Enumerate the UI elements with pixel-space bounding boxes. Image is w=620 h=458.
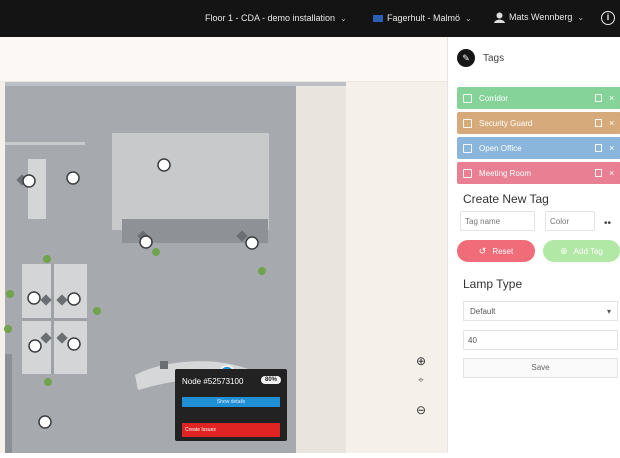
copy-icon[interactable] (595, 94, 602, 102)
tag-label: Meeting Room (479, 168, 532, 178)
copy-icon[interactable] (595, 144, 602, 152)
node-badge: 80% (261, 376, 282, 384)
color-input[interactable] (545, 211, 595, 231)
map-toolbar (0, 37, 447, 82)
chevron-down-icon: ⌄ (340, 14, 347, 23)
outside-area (296, 82, 346, 453)
close-icon[interactable]: × (609, 118, 620, 128)
dropdown-arrow-icon: ▾ (606, 307, 611, 316)
copy-icon[interactable] (595, 119, 602, 127)
top-bar: Floor 1 - CDA - demo installation ⌄ Fager… (0, 0, 620, 37)
close-icon[interactable]: × (609, 143, 620, 153)
lamp-type-value: Default (470, 307, 496, 316)
user-menu[interactable]: Mats Wennberg ⌄ (493, 11, 584, 24)
plant (258, 267, 266, 275)
chevron-down-icon: ⌄ (465, 14, 472, 23)
plant (152, 248, 160, 256)
plant (93, 307, 101, 315)
tags-header: ✎ Tags (457, 49, 504, 67)
user-name: Mats Wennberg (509, 11, 573, 22)
info-icon[interactable]: i (601, 11, 615, 25)
tag-item-meeting-room[interactable]: Meeting Room × (457, 162, 620, 184)
floor-map[interactable]: Node #52573100 80% Show details Create I… (0, 82, 447, 453)
tag-item-security-guard[interactable]: Security Guard × (457, 112, 620, 134)
save-button[interactable]: Save (463, 358, 618, 378)
tags-sidebar: ✎ Tags Corridor × Security Guard × Open … (447, 37, 620, 453)
add-tag-label: Add Tag (573, 246, 603, 256)
node-title: Node #52573100 (182, 377, 244, 386)
checkbox-icon[interactable] (463, 143, 472, 153)
tag-item-open-office[interactable]: Open Office × (457, 137, 620, 159)
building-selector[interactable]: Fagerhult - Malmö ⌄ (373, 13, 472, 23)
floor-selector[interactable]: Floor 1 - CDA - demo installation ⌄ (205, 13, 347, 23)
close-icon[interactable]: × (609, 93, 620, 103)
tag-label: Security Guard (479, 118, 533, 128)
chevron-down-icon: ⌄ (577, 12, 585, 22)
reset-icon: ↺ (478, 245, 487, 256)
plant (6, 290, 14, 298)
show-details-button[interactable]: Show details (182, 397, 280, 407)
user-avatar-icon (494, 12, 505, 23)
reset-button[interactable]: ↺ Reset (457, 240, 535, 262)
flag-icon (373, 15, 383, 23)
add-icon: ⊕ (560, 245, 568, 256)
tag-label: Corridor (479, 93, 508, 103)
checkbox-icon[interactable] (463, 168, 472, 178)
building-selector-label: Fagerhult - Malmö (387, 13, 461, 23)
zoom-out-icon[interactable]: ⊖ (413, 403, 429, 417)
tag-item-corridor[interactable]: Corridor × (457, 87, 620, 109)
plant (4, 325, 12, 333)
more-options-icon[interactable]: •• (604, 218, 611, 229)
floor-selector-label: Floor 1 - CDA - demo installation (205, 13, 336, 23)
plant (44, 378, 52, 386)
copy-icon[interactable] (595, 169, 602, 177)
checkbox-icon[interactable] (463, 93, 472, 103)
fit-view-icon[interactable]: ⌖ (413, 375, 429, 386)
room-block (112, 133, 269, 230)
lamp-type-select[interactable]: Default ▾ (463, 301, 618, 321)
plant (43, 255, 51, 263)
tag-icon: ✎ (457, 49, 475, 67)
reset-label: Reset (492, 246, 514, 256)
tag-name-input[interactable] (460, 211, 535, 231)
checkbox-icon[interactable] (463, 118, 472, 128)
zoom-in-icon[interactable]: ⊕ (413, 354, 429, 368)
tag-label: Open Office (479, 143, 522, 153)
add-tag-button[interactable]: ⊕ Add Tag (543, 240, 620, 262)
create-issues-button[interactable]: Create Issues (182, 423, 280, 437)
close-icon[interactable]: × (609, 168, 620, 178)
create-tag-title: Create New Tag (463, 192, 549, 206)
lamp-type-title: Lamp Type (463, 277, 523, 291)
tags-title: Tags (483, 52, 505, 64)
node-popup: Node #52573100 80% Show details Create I… (175, 369, 287, 441)
lamp-value-input[interactable] (463, 330, 618, 350)
